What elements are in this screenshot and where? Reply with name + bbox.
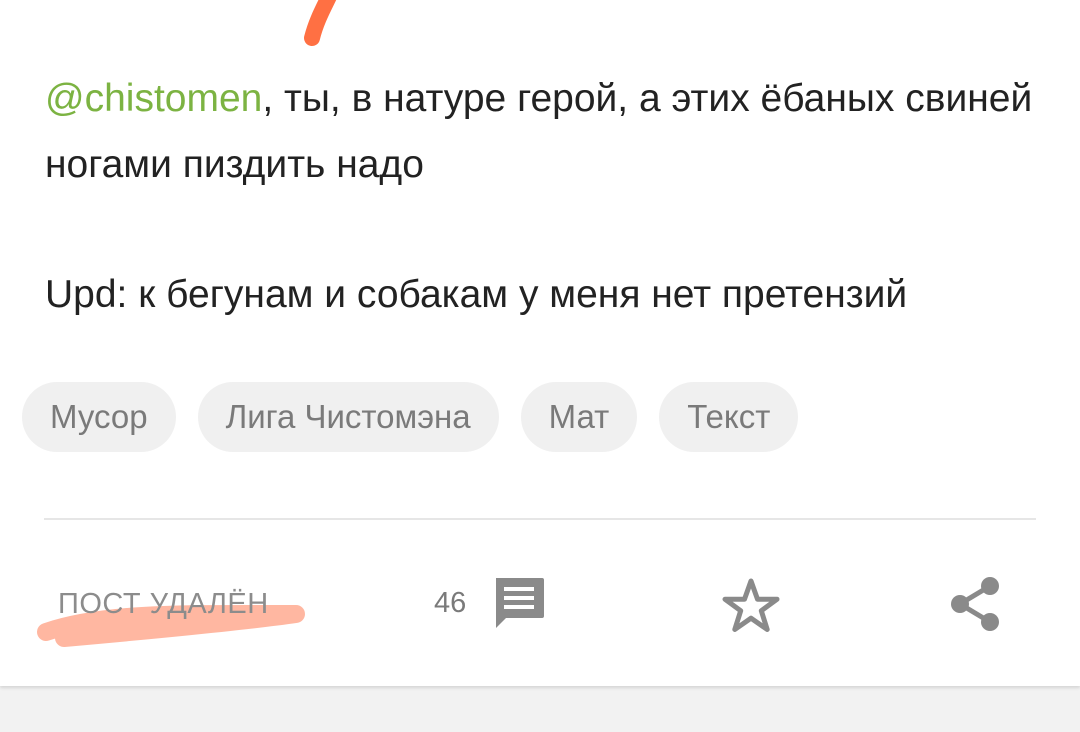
post-text: @chistomen, ты, в натуре герой, а этих ё… — [45, 66, 1055, 328]
post-deleted-label: ПОСТ УДАЛЁН — [58, 588, 269, 620]
post-paragraph-1: @chistomen, ты, в натуре герой, а этих ё… — [45, 66, 1055, 198]
post-footer: ПОСТ УДАЛЁН 46 — [0, 560, 1080, 650]
comments-count: 46 — [434, 586, 467, 619]
comment-icon — [496, 578, 545, 628]
post-card: @chistomen, ты, в натуре герой, а этих ё… — [0, 0, 1080, 686]
footer-divider — [44, 518, 1036, 520]
share-icon[interactable] — [946, 574, 1006, 634]
tag-musor[interactable]: Мусор — [22, 382, 176, 452]
orange-scribble-mark — [304, 0, 337, 46]
tag-list: Мусор Лига Чистомэна Мат Текст — [22, 382, 799, 452]
tag-liga-chistomena[interactable]: Лига Чистомэна — [197, 382, 499, 452]
star-icon[interactable] — [720, 576, 782, 638]
post-update-text: Upd: к бегунам и собакам у меня нет прет… — [45, 273, 908, 316]
tag-tekst[interactable]: Текст — [659, 382, 799, 452]
tag-mat[interactable]: Мат — [520, 382, 638, 452]
comments-button[interactable]: 46 — [434, 574, 548, 632]
user-mention-link[interactable]: @chistomen — [45, 77, 262, 120]
